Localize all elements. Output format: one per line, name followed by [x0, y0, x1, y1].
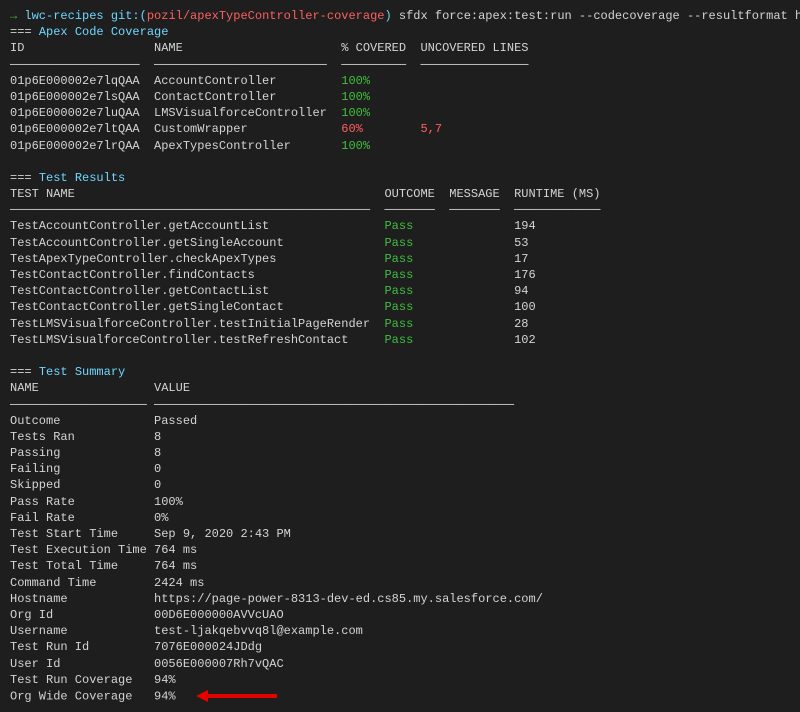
repo-name: lwc-recipes — [24, 9, 103, 23]
summary-row: Test Run Coverage 94% — [10, 672, 790, 688]
summary-row: Failing 0 — [10, 461, 790, 477]
results-header-underline: ────────────────────────────────────────… — [10, 202, 790, 218]
coverage-section-header: === Apex Code Coverage — [10, 24, 790, 40]
result-row: TestApexTypeController.checkApexTypes Pa… — [10, 251, 790, 267]
summary-row: Username test-ljakqebvvq8l@example.com — [10, 623, 790, 639]
summary-row: User Id 0056E000007Rh7vQAC — [10, 656, 790, 672]
coverage-row: 01p6E000002e7lrQAA ApexTypesController 1… — [10, 138, 790, 154]
coverage-headers: ID NAME % COVERED UNCOVERED LINES — [10, 40, 790, 56]
result-row: TestContactController.getContactList Pas… — [10, 283, 790, 299]
command-text: sfdx force:apex:test:run --codecoverage … — [399, 9, 800, 23]
summary-row: Fail Rate 0% — [10, 510, 790, 526]
summary-section-header: === Test Summary — [10, 364, 790, 380]
blank-line — [10, 154, 790, 170]
summary-header-underline: ─────────────────── ────────────────────… — [10, 397, 790, 413]
summary-row: Command Time 2424 ms — [10, 575, 790, 591]
git-branch: pozil/apexTypeController-coverage — [147, 9, 385, 23]
summary-headers: NAME VALUE — [10, 380, 790, 396]
result-row: TestAccountController.getAccountList Pas… — [10, 218, 790, 234]
results-section-header: === Test Results — [10, 170, 790, 186]
summary-row: Skipped 0 — [10, 477, 790, 493]
result-row: TestContactController.getSingleContact P… — [10, 299, 790, 315]
summary-title: Test Summary — [39, 365, 125, 379]
summary-row: Tests Ran 8 — [10, 429, 790, 445]
coverage-row: 01p6E000002e7lsQAA ContactController 100… — [10, 89, 790, 105]
summary-row: Test Total Time 764 ms — [10, 558, 790, 574]
results-headers: TEST NAME OUTCOME MESSAGE RUNTIME (MS) — [10, 186, 790, 202]
coverage-title: Apex Code Coverage — [39, 25, 169, 39]
git-close-paren: ) — [384, 9, 391, 23]
result-row: TestLMSVisualforceController.testRefresh… — [10, 332, 790, 348]
summary-row: Test Start Time Sep 9, 2020 2:43 PM — [10, 526, 790, 542]
git-label: git:( — [111, 9, 147, 23]
result-row: TestContactController.findContacts Pass … — [10, 267, 790, 283]
summary-row: Outcome Passed — [10, 413, 790, 429]
summary-row: Org Id 00D6E000000AVVcUAO — [10, 607, 790, 623]
blank-line — [10, 348, 790, 364]
summary-row: Passing 8 — [10, 445, 790, 461]
coverage-row: 01p6E000002e7luQAA LMSVisualforceControl… — [10, 105, 790, 121]
summary-row: Test Execution Time 764 ms — [10, 542, 790, 558]
summary-row: Org Wide Coverage 94% — [10, 688, 790, 704]
coverage-row: 01p6E000002e7lqQAA AccountController 100… — [10, 73, 790, 89]
coverage-header-underline: ────────────────── ─────────────────────… — [10, 57, 790, 73]
coverage-row: 01p6E000002e7ltQAA CustomWrapper 60% 5,7 — [10, 121, 790, 137]
summary-row: Hostname https://page-power-8313-dev-ed.… — [10, 591, 790, 607]
result-row: TestLMSVisualforceController.testInitial… — [10, 316, 790, 332]
summary-row: Pass Rate 100% — [10, 494, 790, 510]
result-row: TestAccountController.getSingleAccount P… — [10, 235, 790, 251]
prompt-line: → lwc-recipes git:(pozil/apexTypeControl… — [10, 8, 790, 24]
summary-row: Test Run Id 7076E000024JDdg — [10, 639, 790, 655]
prompt-arrow-icon: → — [10, 9, 17, 23]
results-title: Test Results — [39, 171, 125, 185]
highlight-arrow-icon — [196, 688, 277, 704]
